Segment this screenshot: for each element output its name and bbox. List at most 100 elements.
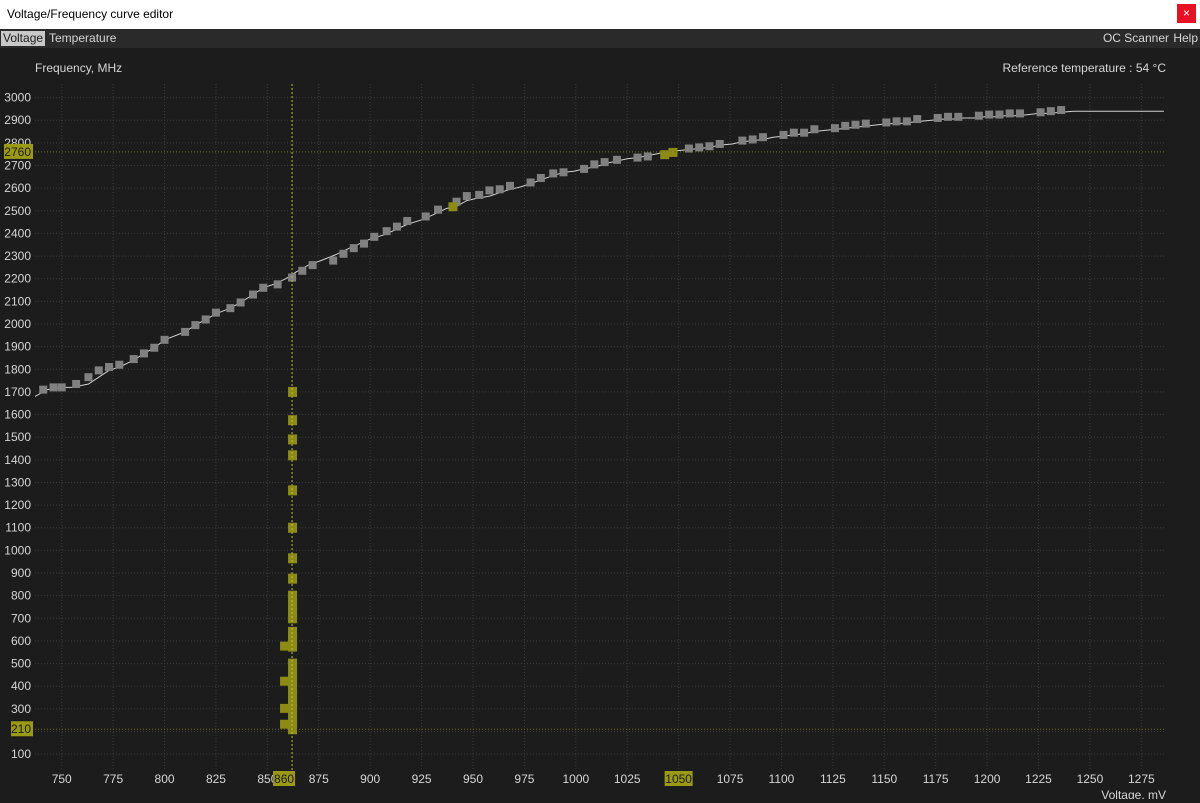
curve-point[interactable]	[549, 169, 558, 178]
curve-point[interactable]	[495, 185, 504, 194]
curve-point[interactable]	[882, 118, 891, 127]
curve-point[interactable]	[600, 158, 609, 167]
column-point-side[interactable]	[280, 641, 290, 651]
menu-oc-scanner[interactable]: OC Scanner	[1101, 31, 1171, 46]
curve-point[interactable]	[392, 222, 401, 231]
curve-point[interactable]	[861, 119, 870, 128]
curve-point-selected[interactable]	[668, 147, 678, 157]
curve-point[interactable]	[57, 383, 66, 392]
curve-point[interactable]	[974, 111, 983, 120]
menu-help[interactable]: Help	[1171, 31, 1200, 46]
curve-point[interactable]	[506, 181, 515, 190]
curve-point[interactable]	[339, 249, 348, 258]
chart-svg[interactable]: 1002003004005006007008009001000110012001…	[0, 48, 1200, 802]
curve-point[interactable]	[830, 124, 839, 133]
curve-point[interactable]	[1046, 107, 1055, 116]
curve-point[interactable]	[643, 152, 652, 161]
curve-point[interactable]	[226, 304, 235, 313]
curve-point[interactable]	[191, 321, 200, 330]
curve-point[interactable]	[259, 283, 268, 292]
curve-point[interactable]	[810, 125, 819, 134]
y-tick-label: 300	[11, 702, 31, 716]
curve-point[interactable]	[403, 216, 412, 225]
column-point[interactable]	[288, 434, 298, 445]
curve-point[interactable]	[1015, 109, 1024, 118]
curve-point[interactable]	[329, 256, 338, 265]
curve-point[interactable]	[94, 366, 103, 375]
curve-point[interactable]	[308, 261, 317, 270]
curve-point[interactable]	[695, 143, 704, 152]
curve-point[interactable]	[684, 144, 693, 153]
column-point-side[interactable]	[280, 676, 290, 686]
curve-point[interactable]	[462, 192, 471, 201]
column-point[interactable]	[288, 450, 298, 461]
curve-point[interactable]	[211, 308, 220, 317]
y-axis-title: Frequency, MHz	[35, 61, 122, 75]
curve-point[interactable]	[738, 136, 747, 145]
column-point-side[interactable]	[280, 703, 290, 713]
curve-point[interactable]	[236, 298, 245, 307]
curve-point[interactable]	[715, 139, 724, 148]
curve-point[interactable]	[580, 164, 589, 173]
curve-point[interactable]	[370, 232, 379, 241]
curve-point[interactable]	[851, 120, 860, 129]
curve-point[interactable]	[841, 121, 850, 130]
curve-point[interactable]	[985, 110, 994, 119]
curve-point[interactable]	[995, 110, 1004, 119]
curve-point[interactable]	[201, 315, 210, 324]
menu-voltage[interactable]: Voltage	[1, 31, 46, 46]
curve-point[interactable]	[349, 244, 358, 253]
points-layer[interactable]	[39, 106, 1066, 735]
column-point[interactable]	[288, 641, 298, 652]
curve-point[interactable]	[612, 155, 621, 164]
close-button[interactable]: ×	[1177, 4, 1196, 23]
curve-point[interactable]	[72, 379, 81, 388]
curve-point[interactable]	[944, 112, 953, 121]
curve-point[interactable]	[1036, 108, 1045, 117]
curve-point[interactable]	[536, 173, 545, 182]
curve-point[interactable]	[705, 142, 714, 151]
highlight-label-y-bottom: 210	[11, 722, 31, 736]
curve-point-selected[interactable]	[660, 150, 670, 160]
curve-point[interactable]	[902, 117, 911, 126]
curve-point[interactable]	[485, 186, 494, 195]
curve-point[interactable]	[421, 212, 430, 221]
curve-point[interactable]	[758, 133, 767, 142]
curve-point[interactable]	[360, 239, 369, 248]
curve-point[interactable]	[892, 117, 901, 126]
curve-point[interactable]	[954, 112, 963, 121]
curve-point[interactable]	[1005, 109, 1014, 118]
curve-point[interactable]	[933, 113, 942, 122]
curve-point[interactable]	[382, 227, 391, 236]
curve-point[interactable]	[434, 205, 443, 214]
curve-point[interactable]	[298, 266, 307, 275]
curve-point[interactable]	[139, 349, 148, 358]
curve-point[interactable]	[475, 190, 484, 199]
curve-point[interactable]	[800, 128, 809, 137]
curve-point[interactable]	[1057, 106, 1066, 115]
curve-point[interactable]	[559, 168, 568, 177]
vf-curve-chart[interactable]: 1002003004005006007008009001000110012001…	[0, 48, 1200, 802]
curve-point[interactable]	[105, 363, 114, 372]
curve-point[interactable]	[150, 343, 159, 352]
curve-point[interactable]	[84, 373, 93, 382]
curve-point[interactable]	[181, 327, 190, 336]
curve-point[interactable]	[129, 355, 138, 364]
curve-point[interactable]	[39, 385, 48, 394]
curve-point[interactable]	[789, 128, 798, 137]
curve-point[interactable]	[273, 280, 282, 289]
curve-point[interactable]	[115, 360, 124, 369]
curve-point[interactable]	[160, 335, 169, 344]
curve-point[interactable]	[49, 383, 58, 392]
curve-point[interactable]	[248, 290, 257, 299]
menu-temperature[interactable]: Temperature	[47, 31, 118, 46]
curve-point[interactable]	[748, 135, 757, 144]
column-point-side[interactable]	[280, 719, 290, 729]
curve-point[interactable]	[779, 130, 788, 139]
curve-point[interactable]	[633, 153, 642, 162]
curve-point-selected[interactable]	[448, 202, 458, 212]
curve-point[interactable]	[590, 160, 599, 169]
column-point[interactable]	[288, 573, 298, 584]
curve-point[interactable]	[913, 115, 922, 124]
curve-point[interactable]	[526, 178, 535, 187]
